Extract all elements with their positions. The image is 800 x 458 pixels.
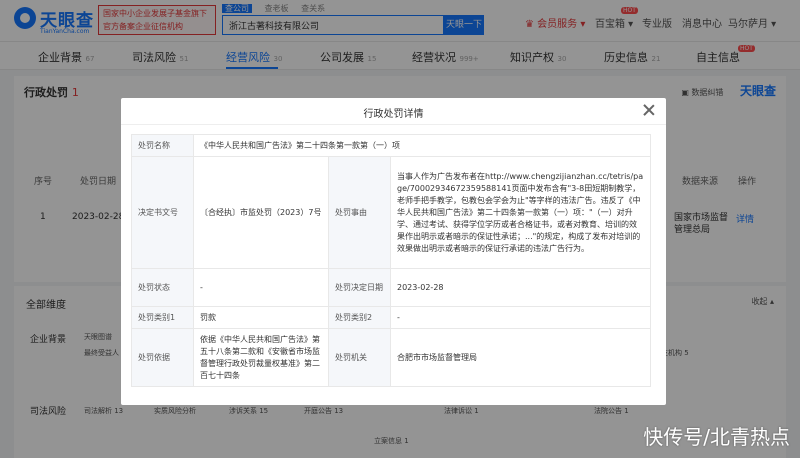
penalty-category2-value: - <box>390 306 651 329</box>
penalty-detail-table: 处罚名称 《中华人民共和国广告法》第二十四条第一款第（一）项 决定书文号 〔合经… <box>131 134 651 387</box>
modal-header: 行政处罚详情 <box>121 98 666 125</box>
field-label: 处罚名称 <box>131 134 194 157</box>
penalty-category1-value: 罚款 <box>193 306 329 329</box>
penalty-detail-modal: 行政处罚详情 处罚名称 《中华人民共和国广告法》第二十四条第一款第（一）项 决定… <box>121 98 666 405</box>
document-number-value: 〔合经执〕市监处罚（2023）7号 <box>193 156 329 269</box>
field-label: 处罚事由 <box>328 156 391 269</box>
field-label: 处罚机关 <box>328 328 391 387</box>
field-label: 处罚状态 <box>131 268 194 307</box>
decision-date-value: 2023-02-28 <box>390 268 651 307</box>
penalty-basis-value: 依据《中华人民共和国广告法》第五十八条第二款和《安徽省市场监督管理行政处罚裁量权… <box>193 328 329 387</box>
field-label: 处罚类别1 <box>131 306 194 329</box>
field-label: 处罚决定日期 <box>328 268 391 307</box>
penalty-authority-value: 合肥市市场监督管理局 <box>390 328 651 387</box>
modal-title: 行政处罚详情 <box>363 109 424 120</box>
field-label: 处罚依据 <box>131 328 194 387</box>
source-watermark: 快传号/北青热点 <box>643 425 790 449</box>
field-label: 决定书文号 <box>131 156 194 269</box>
penalty-name-value: 《中华人民共和国广告法》第二十四条第一款第（一）项 <box>193 134 651 157</box>
penalty-status-value: - <box>193 268 329 307</box>
field-label: 处罚类别2 <box>328 306 391 329</box>
close-icon[interactable] <box>642 103 656 117</box>
penalty-reason-value: 当事人作为广告发布者在http://www.chengzijianzhan.cc… <box>390 156 651 269</box>
